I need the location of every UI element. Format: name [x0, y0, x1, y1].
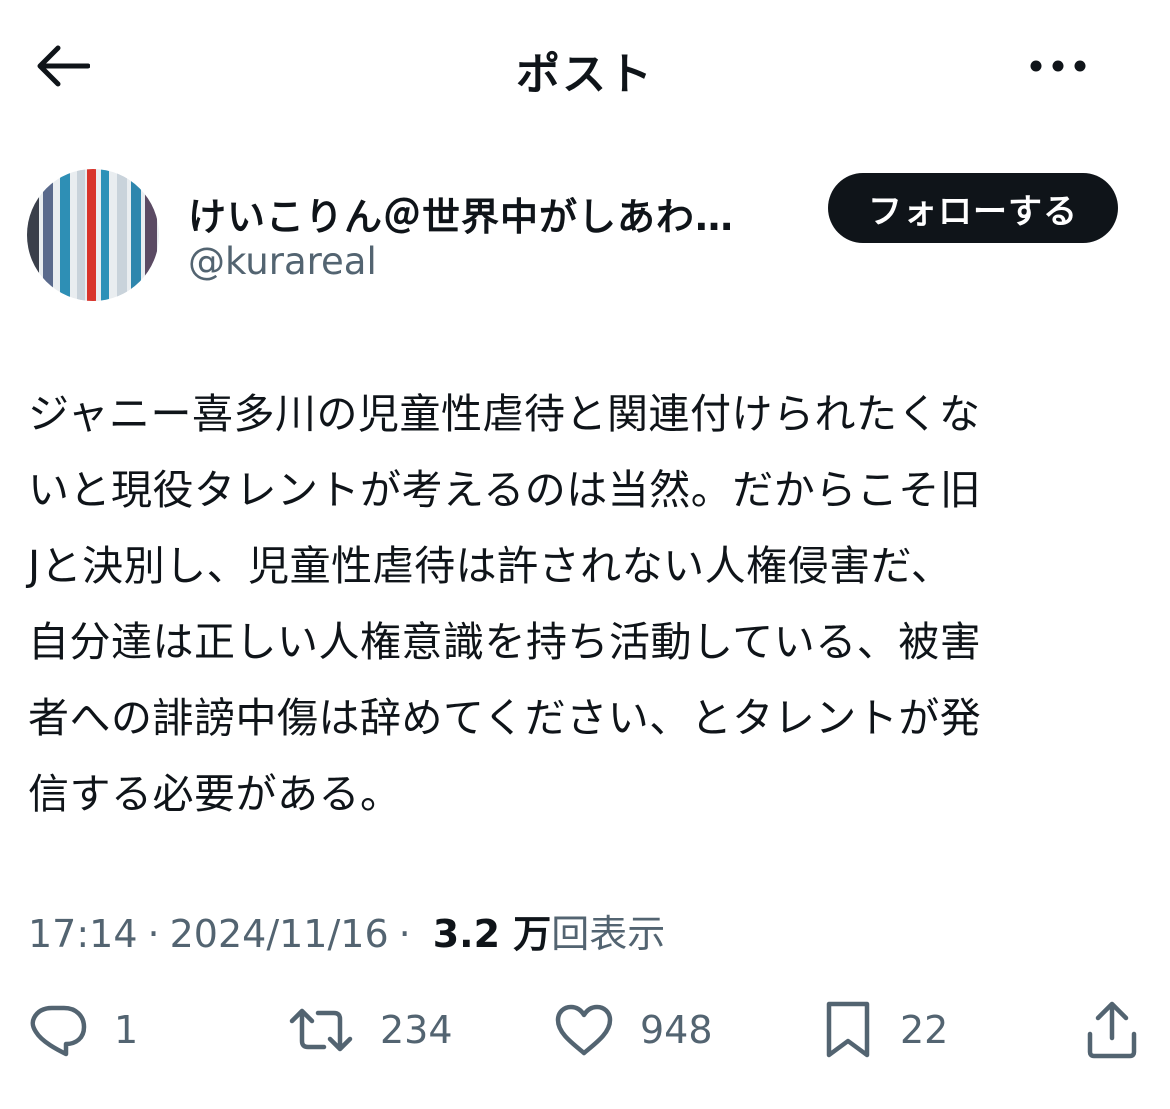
bookmark-icon — [822, 999, 874, 1061]
post-time: 17:14 — [28, 912, 138, 956]
like-count: 948 — [640, 1008, 713, 1052]
meta-separator: · — [398, 912, 411, 956]
avatar[interactable] — [27, 169, 159, 301]
follow-button[interactable]: フォローする — [828, 173, 1118, 243]
reply-icon — [28, 1002, 88, 1058]
meta-separator: · — [147, 912, 160, 956]
bookmark-count: 22 — [900, 1008, 949, 1052]
views-count[interactable]: 3.2 万 — [433, 903, 552, 958]
share-button[interactable] — [1084, 990, 1140, 1070]
heart-icon — [554, 1003, 614, 1057]
reply-button[interactable]: 1 — [28, 990, 138, 1070]
author-display-name[interactable]: けいこりん＠世界中がしあわ… — [188, 186, 798, 234]
repost-icon — [288, 1005, 354, 1055]
more-horizontal-icon — [1030, 60, 1086, 72]
more-options-button[interactable] — [1016, 36, 1100, 96]
share-icon — [1084, 1000, 1140, 1060]
reply-count: 1 — [114, 1008, 139, 1052]
author-handle[interactable]: @kurareal — [188, 240, 377, 283]
top-nav-bar: ポスト — [0, 0, 1170, 132]
post-meta: 17:14 · 2024/11/16 · 3.2 万 回表示 — [28, 903, 665, 958]
action-bar: 1 234 948 22 — [0, 990, 1170, 1070]
post-detail-screen: ポスト けいこりん＠世界中がしあわ… @kurareal フォローする ジャニー… — [0, 0, 1170, 1109]
bookmark-button[interactable]: 22 — [822, 990, 948, 1070]
post-text: ジャニー喜多川の児童性虐待と関連付けられたくな いと現役タレントが考えるのは当然… — [28, 390, 982, 818]
like-button[interactable]: 948 — [554, 990, 713, 1070]
page-title: ポスト — [516, 49, 654, 100]
repost-count: 234 — [380, 1008, 453, 1052]
post-date[interactable]: 2024/11/16 — [170, 912, 389, 956]
repost-button[interactable]: 234 — [288, 990, 453, 1070]
views-label[interactable]: 回表示 — [551, 903, 665, 958]
